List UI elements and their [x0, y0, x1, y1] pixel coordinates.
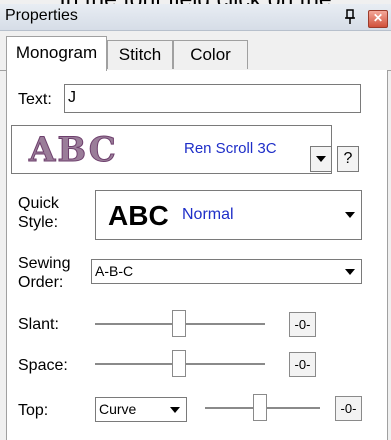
top-value: Curve: [99, 401, 137, 417]
top-reset-button[interactable]: -0-: [335, 396, 362, 421]
quick-style-dropdown[interactable]: ABC Normal: [95, 190, 362, 240]
quick-style-label-line1: Quick: [18, 195, 59, 212]
title-bar: Properties ✕: [0, 4, 391, 31]
sewing-order-label-line1: Sewing: [18, 255, 71, 272]
chevron-down-icon[interactable]: [345, 269, 355, 275]
quick-style-preview: ABC: [108, 200, 169, 231]
tab-monogram[interactable]: Monogram: [6, 36, 107, 71]
slant-reset-button[interactable]: -0-: [289, 312, 316, 337]
font-dropdown-button[interactable]: [310, 146, 332, 172]
tab-stitch[interactable]: Stitch: [107, 40, 173, 69]
chevron-down-icon: [316, 156, 326, 162]
sewing-order-dropdown[interactable]: A-B-C: [91, 259, 362, 284]
top-label: Top:: [18, 402, 49, 419]
slant-label: Slant:: [18, 316, 59, 333]
help-button[interactable]: ?: [337, 146, 359, 172]
chevron-down-icon[interactable]: [345, 212, 355, 218]
quick-style-value: Normal: [182, 206, 234, 223]
space-slider-thumb[interactable]: [172, 350, 186, 377]
space-reset-button[interactable]: -0-: [289, 352, 316, 377]
slant-slider-thumb[interactable]: [172, 310, 186, 337]
top-slider-thumb[interactable]: [253, 394, 267, 421]
top-dropdown[interactable]: Curve: [95, 397, 187, 422]
window-title: Properties: [5, 7, 78, 24]
pin-icon[interactable]: [343, 8, 357, 26]
font-selector[interactable]: ABC Ren Scroll 3C: [11, 125, 332, 174]
close-icon: ✕: [372, 11, 384, 25]
close-button[interactable]: ✕: [368, 10, 388, 28]
text-input[interactable]: J: [64, 84, 361, 113]
sewing-order-label-line2: Order:: [18, 274, 64, 291]
tab-color[interactable]: Color: [173, 40, 248, 69]
sewing-order-value: A-B-C: [95, 263, 134, 279]
text-label: Text:: [18, 91, 52, 108]
quick-style-label-line2: Style:: [18, 214, 59, 231]
font-name: Ren Scroll 3C: [184, 140, 277, 157]
font-preview: ABC: [29, 130, 118, 171]
space-label: Space:: [18, 357, 68, 374]
chevron-down-icon[interactable]: [170, 407, 180, 413]
